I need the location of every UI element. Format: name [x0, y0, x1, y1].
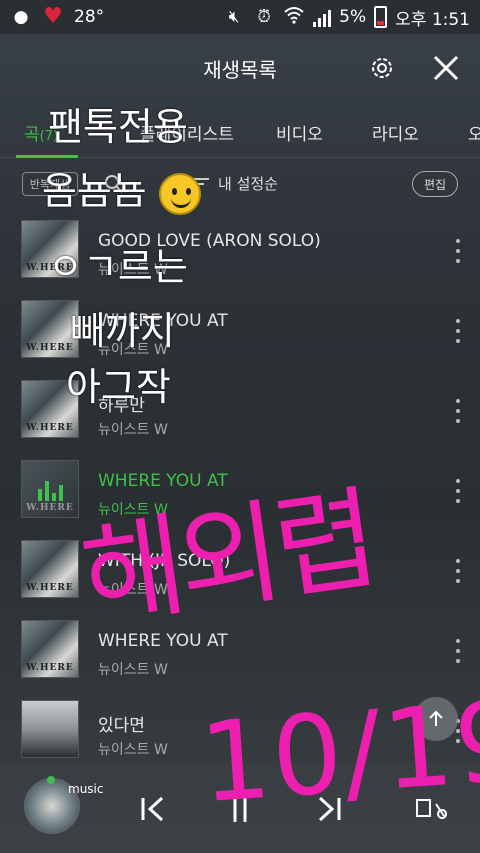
page-title: 재생목록: [203, 57, 277, 82]
track-title: WHERE YOU AT: [98, 631, 228, 651]
scroll-to-top-button[interactable]: [414, 697, 458, 741]
track-artist: 뉴이스트 W: [98, 742, 168, 758]
settings-button[interactable]: [368, 54, 396, 82]
sort-icon[interactable]: [192, 176, 210, 192]
track-title: WHERE YOU AT: [98, 311, 228, 331]
track-row-now-playing[interactable]: W.HERE WHERE YOU AT 뉴이스트 W: [0, 453, 480, 533]
album-cover: W.HERE: [21, 620, 79, 678]
tab-songs[interactable]: 곡(7): [24, 120, 58, 145]
edit-button[interactable]: 편집: [412, 171, 458, 197]
track-list: W.HERE GOOD LOVE (ARON SOLO) 뉴이스트 W W.HE…: [0, 213, 480, 773]
wifi-icon: [283, 6, 305, 28]
track-title: WHERE YOU AT: [98, 471, 228, 491]
track-row[interactable]: W.HERE GOOD LOVE (ARON SOLO) 뉴이스트 W: [0, 213, 480, 293]
track-row[interactable]: W.HERE 하루만 뉴이스트 W: [0, 373, 480, 453]
album-cover: W.HERE: [21, 460, 79, 518]
track-row[interactable]: W.HERE WHERE YOU AT 뉴이스트 W: [0, 613, 480, 693]
close-icon: [433, 55, 459, 81]
tab-playlist[interactable]: 플레이리스트: [140, 120, 234, 145]
header: 재생목록: [0, 34, 480, 102]
more-options-icon[interactable]: [454, 639, 462, 663]
album-cover: W.HERE: [21, 380, 79, 438]
album-cover: [21, 700, 79, 758]
alarm-icon: ⏰︎: [257, 7, 271, 27]
tab-bar: 곡(7) 플레이리스트 비디오 라디오 오: [0, 102, 480, 158]
track-row[interactable]: W.HERE WHERE YOU AT 뉴이스트 W: [0, 293, 480, 373]
album-cover: W.HERE: [21, 540, 79, 598]
track-row[interactable]: 있다면 뉴이스트 W: [0, 693, 480, 773]
temperature-text: 28°: [74, 7, 105, 27]
playlist-icon[interactable]: [414, 796, 454, 822]
clock: 오후 1:51: [395, 9, 470, 30]
more-options-icon[interactable]: [454, 319, 462, 343]
close-button[interactable]: [430, 52, 462, 84]
ring-notification-icon: ●: [13, 7, 29, 27]
album-cover: W.HERE: [21, 220, 79, 278]
album-cover: W.HERE: [21, 300, 79, 358]
track-title: GOOD LOVE (ARON SOLO): [98, 231, 321, 251]
track-title: 있다면: [98, 716, 145, 736]
list-toolbar: 반복재생 내 설정순 편집: [0, 158, 480, 210]
track-artist: 뉴이스트 W: [98, 582, 168, 598]
more-options-icon[interactable]: [454, 399, 462, 423]
mute-icon: 🔇︎: [228, 7, 240, 27]
track-title: WITH (JR SOLO): [98, 551, 231, 571]
track-artist: 뉴이스트 W: [98, 342, 168, 358]
signal-icon: [313, 7, 332, 27]
track-artist: 뉴이스트 W: [98, 502, 168, 518]
gear-icon: [372, 58, 392, 78]
more-options-icon[interactable]: [454, 239, 462, 263]
tab-video[interactable]: 비디오: [276, 120, 323, 145]
previous-icon[interactable]: [138, 794, 168, 824]
repeat-button[interactable]: 반복재생: [22, 172, 78, 196]
status-bar: ● ♥ 28° 🔇︎ ⏰︎ 5% 오후 1:51: [0, 0, 480, 34]
heart-notification-icon: ♥: [43, 4, 63, 29]
arrow-up-icon: [429, 710, 443, 726]
more-options-icon[interactable]: [454, 559, 462, 583]
music-label: music: [68, 782, 104, 796]
battery-icon: [374, 6, 388, 28]
track-title: 하루만: [98, 396, 145, 416]
track-row[interactable]: W.HERE WITH (JR SOLO) 뉴이스트 W: [0, 533, 480, 613]
tab-more[interactable]: 오: [468, 120, 480, 145]
battery-percent: 5%: [339, 7, 367, 27]
track-artist: 뉴이스트 W: [98, 422, 168, 438]
tab-radio[interactable]: 라디오: [372, 120, 419, 145]
track-artist: 뉴이스트 W: [98, 662, 168, 678]
equalizer-icon: [38, 479, 63, 501]
status-dot: [47, 776, 55, 784]
track-artist: 뉴이스트 W: [98, 262, 168, 278]
next-icon[interactable]: [314, 794, 344, 824]
search-icon[interactable]: [104, 174, 124, 194]
pause-icon[interactable]: [225, 790, 255, 826]
more-options-icon[interactable]: [454, 479, 462, 503]
mini-player: music: [0, 762, 480, 853]
sort-label[interactable]: 내 설정순: [218, 173, 278, 194]
